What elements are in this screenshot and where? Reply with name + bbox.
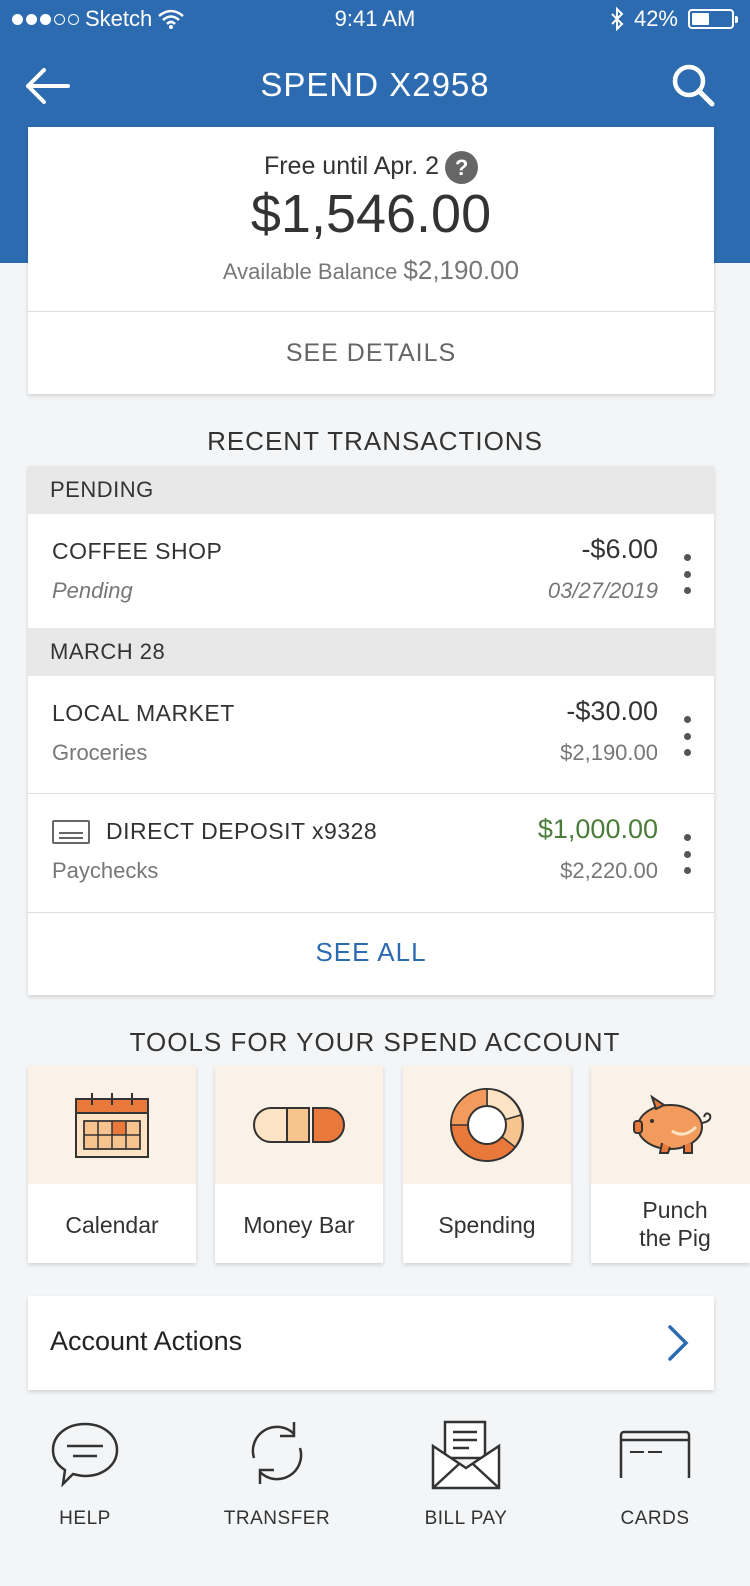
transaction-amount: -$30.00 [566, 696, 658, 726]
account-actions-row[interactable]: Account Actions [28, 1296, 714, 1390]
status-bar: Sketch 9:41 AM 42% [0, 0, 750, 40]
transactions-card: PENDING COFFEE SHOP Pending -$6.00 03/27… [28, 466, 714, 995]
transaction-date: 03/27/2019 [547, 578, 658, 603]
more-options-icon[interactable] [682, 716, 692, 756]
status-right: 42% [610, 6, 738, 32]
tool-icon-area [215, 1066, 383, 1184]
tool-label-line: Punch [642, 1197, 708, 1223]
transaction-category: Groceries [52, 740, 148, 765]
transaction-category: Paychecks [52, 858, 159, 883]
available-balance-amount: $2,190.00 [403, 255, 520, 285]
tool-punch-the-pig[interactable]: Punch the Pig [591, 1066, 750, 1263]
account-actions-label: Account Actions [50, 1326, 243, 1356]
transaction-row[interactable]: COFFEE SHOP Pending -$6.00 03/27/2019 [28, 514, 714, 631]
tool-label: Punch the Pig [591, 1196, 750, 1252]
transfer-icon [251, 1422, 303, 1484]
balance-card: Free until Apr. 2? $1,546.00 Available B… [28, 127, 714, 394]
tool-spending[interactable]: Spending [403, 1066, 571, 1263]
recent-transactions-title: RECENT TRANSACTIONS [207, 426, 543, 456]
battery-icon [688, 9, 738, 29]
divider [28, 311, 714, 312]
money-bar-icon [253, 1107, 345, 1143]
free-until-text: Free until Apr. 2 [263, 152, 440, 181]
tool-icon-area [591, 1066, 750, 1184]
bottom-nav-label: HELP [59, 1508, 111, 1529]
transaction-category: Pending [52, 578, 133, 603]
more-options-icon[interactable] [682, 834, 692, 874]
bottom-nav-label: BILL PAY [424, 1508, 508, 1529]
bottom-nav-transfer[interactable]: TRANSFER [202, 1418, 352, 1538]
page-title: SPEND X2958 [260, 66, 490, 103]
piggy-bank-icon [633, 1094, 712, 1154]
tool-label: Calendar [65, 1212, 159, 1238]
tool-label: Money Bar [243, 1212, 355, 1238]
chat-bubble-icon [51, 1422, 119, 1488]
tool-money-bar[interactable]: Money Bar [215, 1066, 383, 1263]
transaction-name-with-icon: DIRECT DEPOSIT x9328 [52, 818, 377, 845]
calendar-icon [75, 1093, 149, 1158]
more-options-icon[interactable] [682, 554, 692, 594]
group-header-date: MARCH 28 [28, 628, 714, 676]
search-icon[interactable] [670, 62, 716, 108]
divider [28, 912, 714, 913]
transaction-amount: -$6.00 [581, 534, 658, 564]
tool-calendar[interactable]: Calendar [28, 1066, 196, 1263]
see-all-button[interactable]: SEE ALL [28, 937, 714, 968]
transaction-name: DIRECT DEPOSIT x9328 [106, 818, 378, 844]
transaction-running-balance: $2,190.00 [560, 740, 658, 765]
transaction-row[interactable]: LOCAL MARKET Groceries -$30.00 $2,190.00 [28, 676, 714, 793]
bluetooth-icon [611, 7, 624, 31]
balance-amount: $1,546.00 [250, 184, 492, 244]
help-question-icon[interactable]: ? [445, 151, 479, 184]
transaction-row[interactable]: DIRECT DEPOSIT x9328 Paychecks $1,000.00… [28, 794, 714, 911]
transaction-name: COFFEE SHOP [52, 538, 223, 564]
nav-bar: SPEND X2958 [0, 44, 750, 128]
tool-label: Spending [438, 1212, 536, 1238]
free-until-line: Free until Apr. 2? [28, 151, 714, 184]
transaction-amount: $1,000.00 [537, 814, 658, 844]
tool-label-line: the Pig [639, 1225, 711, 1251]
tools-title: TOOLS FOR YOUR SPEND ACCOUNT [129, 1027, 621, 1057]
transaction-name: LOCAL MARKET [52, 700, 235, 726]
see-details-button[interactable]: SEE DETAILS [28, 339, 714, 368]
bottom-nav-label: CARDS [620, 1508, 690, 1529]
available-balance-label: Available Balance [222, 259, 398, 284]
transaction-running-balance: $2,220.00 [560, 858, 658, 883]
bottom-nav-cards[interactable]: CARDS [580, 1418, 730, 1538]
battery-percent: 42% [633, 6, 678, 31]
available-balance: Available Balance $2,190.00 [28, 255, 714, 286]
tool-icon-area [28, 1066, 196, 1184]
bottom-nav-help[interactable]: HELP [10, 1418, 160, 1538]
tool-icon-area [403, 1066, 571, 1184]
deposit-check-icon [52, 819, 90, 844]
bottom-nav-bill-pay[interactable]: BILL PAY [391, 1418, 541, 1538]
envelope-icon [431, 1420, 501, 1490]
card-icon [619, 1430, 691, 1478]
donut-chart-icon [450, 1088, 524, 1162]
chevron-right-icon [668, 1325, 689, 1361]
bottom-nav-label: TRANSFER [223, 1508, 331, 1529]
group-header-pending: PENDING [28, 466, 714, 514]
